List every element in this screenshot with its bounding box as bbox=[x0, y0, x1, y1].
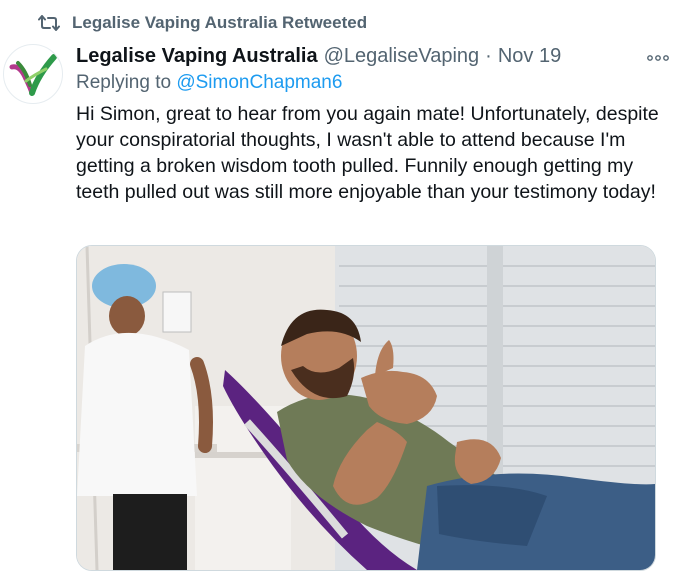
tweet-photo[interactable] bbox=[76, 245, 656, 571]
replying-to-handle[interactable]: @SimonChapman6 bbox=[176, 72, 342, 93]
more-options-icon bbox=[647, 49, 669, 67]
tweet-header: Legalise Vaping Australia @LegaliseVapin… bbox=[76, 42, 656, 70]
author-handle[interactable]: @LegaliseVaping bbox=[324, 45, 480, 68]
replying-to-label: Replying to bbox=[76, 72, 172, 93]
retweet-icon bbox=[38, 14, 60, 32]
retweeted-indicator[interactable]: Legalise Vaping Australia Retweeted bbox=[38, 10, 367, 36]
retweeted-label: Legalise Vaping Australia Retweeted bbox=[72, 13, 368, 32]
author-name[interactable]: Legalise Vaping Australia bbox=[76, 45, 318, 68]
avatar[interactable] bbox=[3, 44, 63, 104]
separator-dot: · bbox=[485, 44, 492, 67]
replying-to: Replying to @SimonChapman6 bbox=[76, 72, 342, 94]
more-options-button[interactable] bbox=[644, 48, 672, 68]
tweet-text: Hi Simon, great to hear from you again m… bbox=[76, 103, 665, 203]
tweet-date[interactable]: Nov 19 bbox=[498, 45, 561, 68]
